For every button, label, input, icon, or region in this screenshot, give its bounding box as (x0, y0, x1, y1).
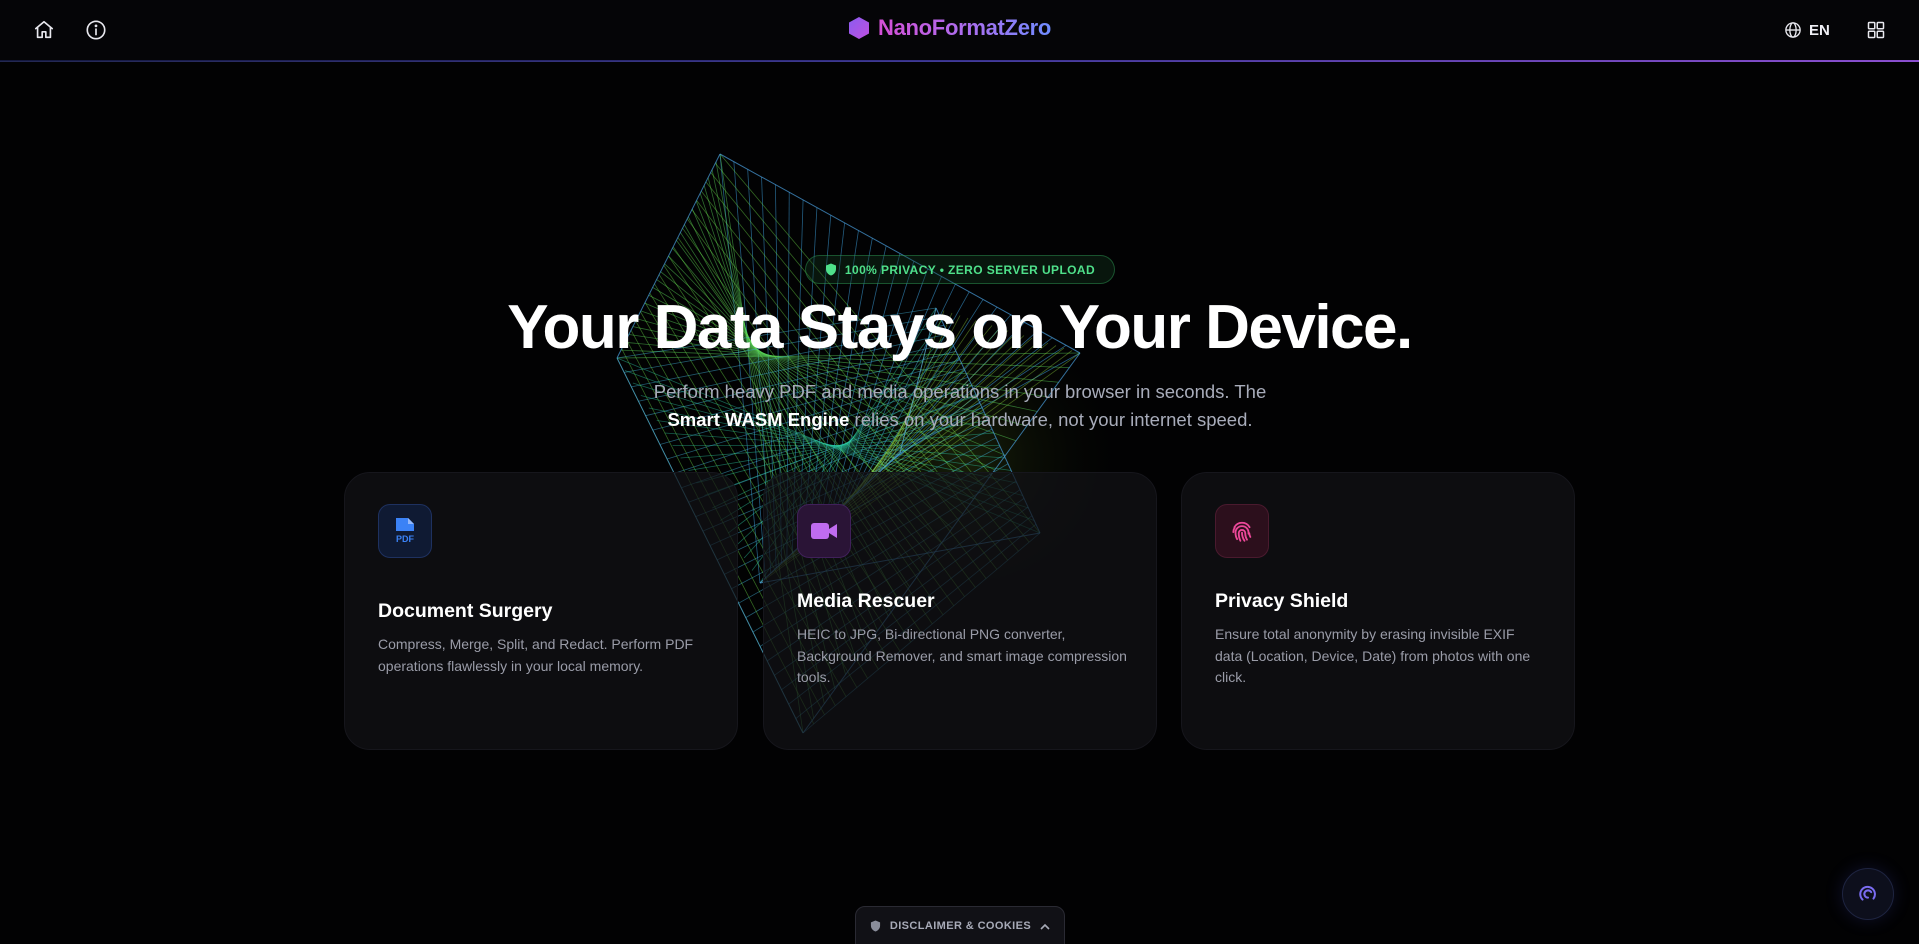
hero-title: Your Data Stays on Your Device. (507, 293, 1413, 362)
feature-card-media-rescuer[interactable]: Media Rescuer HEIC to JPG, Bi-directiona… (763, 472, 1157, 750)
fingerprint-icon-tile (1215, 504, 1269, 558)
card-title: Media Rescuer (797, 590, 935, 612)
globe-icon (1785, 22, 1801, 38)
hero-subtitle-highlight: Smart WASM Engine (667, 409, 850, 430)
home-button[interactable] (28, 14, 60, 46)
info-button[interactable] (80, 14, 112, 46)
top-nav: NanoFormatZero EN (0, 0, 1919, 62)
feature-card-privacy-shield[interactable]: Privacy Shield Ensure total anonymity by… (1181, 472, 1575, 750)
card-description: HEIC to JPG, Bi-directional PNG converte… (797, 626, 1127, 685)
assistant-chat-button[interactable] (1842, 868, 1894, 920)
brand-logo[interactable]: NanoFormatZero (848, 13, 1051, 43)
pdf-icon: PDF (396, 518, 415, 544)
pdf-icon-tile: PDF (378, 504, 432, 558)
badge-text: 100% PRIVACY • ZERO SERVER UPLOAD (844, 262, 1096, 277)
language-label: EN (1809, 21, 1830, 39)
shield-icon (825, 263, 836, 276)
hexagon-icon (849, 17, 869, 39)
disclaimer-cookies-toggle[interactable]: DISCLAIMER & COOKIES (855, 906, 1065, 944)
disclaimer-label: DISCLAIMER & COOKIES (889, 920, 1032, 932)
card-title: Privacy Shield (1215, 590, 1349, 612)
video-icon-tile (797, 504, 851, 558)
info-icon (86, 20, 106, 40)
chevron-up-icon (1040, 923, 1050, 930)
home-icon (34, 20, 54, 39)
privacy-badge: 100% PRIVACY • ZERO SERVER UPLOAD (805, 255, 1115, 284)
hero-subtitle: Perform heavy PDF and media operations i… (560, 378, 1360, 434)
grid-icon (1867, 21, 1885, 39)
card-title: Document Surgery (378, 600, 553, 622)
brand-name: NanoFormatZero (878, 15, 1052, 40)
shield-icon (870, 920, 880, 932)
card-description: Compress, Merge, Split, and Redact. Perf… (378, 636, 694, 674)
chat-bubble-icon (1859, 885, 1876, 901)
page: NanoFormatZero EN 100% PRIVACY • ZERO SE… (0, 0, 1919, 944)
hero-subtitle-part2: relies on your hardware, not your intern… (854, 409, 1253, 430)
card-description: Ensure total anonymity by erasing invisi… (1215, 626, 1531, 685)
language-selector[interactable]: EN (1784, 16, 1830, 44)
fingerprint-icon (1232, 521, 1252, 542)
video-camera-icon (811, 523, 837, 539)
header-accent-line (0, 60, 1919, 62)
pdf-icon-label: PDF (396, 534, 415, 544)
feature-card-document-surgery[interactable]: PDF Document Surgery Compress, Merge, Sp… (344, 472, 738, 750)
apps-menu-button[interactable] (1860, 14, 1892, 46)
hero-subtitle-part1: Perform heavy PDF and media operations i… (653, 381, 1267, 402)
